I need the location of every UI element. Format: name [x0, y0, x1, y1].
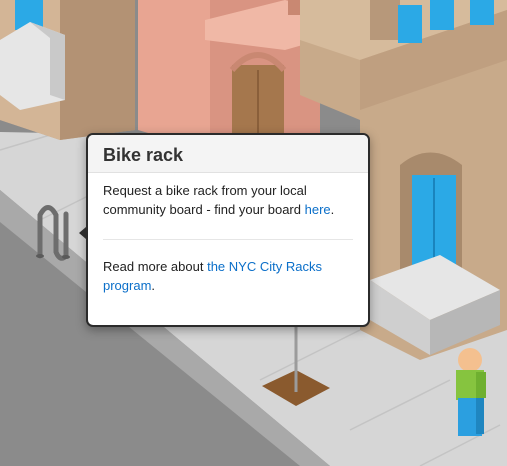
popover-header: Bike rack — [88, 135, 368, 173]
popover-arrow — [79, 227, 86, 239]
request-bike-rack-text: Request a bike rack from your local comm… — [103, 181, 353, 219]
bike-rack-popover: Bike rack Request a bike rack from your … — [79, 133, 370, 327]
popover-divider — [103, 239, 353, 240]
read-more-text: Read more about — [103, 259, 208, 274]
find-board-link[interactable]: here — [305, 202, 331, 217]
popover-title: Bike rack — [103, 145, 184, 165]
building-left — [0, 0, 135, 140]
person-figure — [456, 348, 486, 436]
popover-body: Request a bike rack from your local comm… — [88, 173, 368, 295]
request-text: Request a bike rack from your local comm… — [103, 183, 307, 217]
request-text-end: . — [330, 202, 335, 217]
city-racks-text: Read more about the NYC City Racks progr… — [103, 257, 353, 295]
read-more-text-end: . — [151, 278, 156, 293]
